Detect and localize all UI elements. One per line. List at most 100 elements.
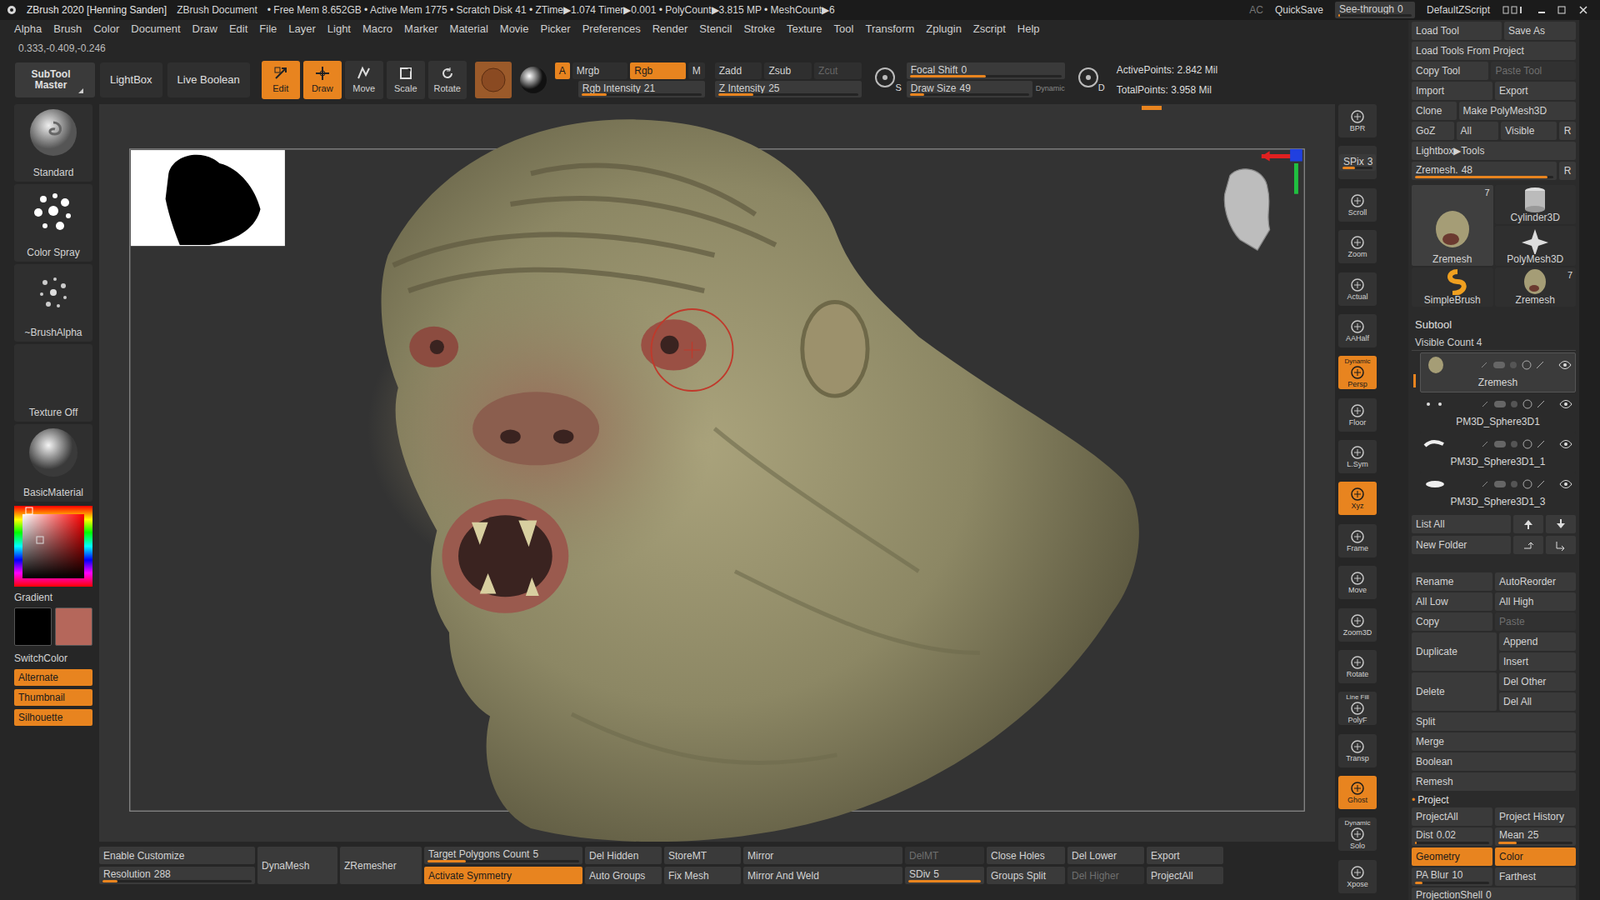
brush-tile[interactable]: Standard: [14, 104, 93, 182]
view-button[interactable]: Transp: [1338, 734, 1377, 768]
subtool-item[interactable]: PM3D_Sphere3D1_3: [1420, 472, 1576, 513]
palette-button[interactable]: LightBox: [100, 62, 163, 98]
menu-item[interactable]: File: [255, 20, 281, 38]
button[interactable]: ZRemesher: [340, 846, 422, 885]
slider[interactable]: SPix3: [1339, 154, 1376, 171]
menu-item[interactable]: Light: [323, 20, 355, 38]
visibility-eye-icon[interactable]: [1559, 439, 1573, 450]
button[interactable]: Project History: [1495, 807, 1576, 826]
button[interactable]: DynaMesh: [257, 846, 338, 885]
brush-tile[interactable]: BasicMaterial: [14, 424, 93, 502]
menu-item[interactable]: Color: [89, 20, 124, 38]
slider[interactable]: Focal Shift0: [906, 62, 1065, 80]
color-mode-button[interactable]: M: [688, 62, 705, 80]
color-swatch[interactable]: [55, 607, 93, 646]
button[interactable]: ProjectAll: [1146, 866, 1224, 885]
menu-item[interactable]: Material: [445, 20, 493, 38]
color-mode-button[interactable]: Rgb: [630, 62, 686, 80]
button[interactable]: Fix Mesh: [664, 866, 741, 885]
button[interactable]: All High: [1495, 592, 1576, 611]
button[interactable]: Append: [1499, 632, 1576, 651]
view-button[interactable]: BPR: [1338, 104, 1377, 138]
view-button[interactable]: Ghost: [1338, 775, 1377, 810]
button[interactable]: Boolean: [1411, 752, 1576, 771]
button[interactable]: Remesh: [1411, 772, 1576, 791]
menu-item[interactable]: Marker: [400, 20, 442, 38]
transform-button[interactable]: Scale: [386, 60, 425, 100]
view-button[interactable]: L.Sym: [1338, 440, 1377, 474]
quicksave-button[interactable]: QuickSave: [1275, 2, 1324, 18]
visibility-eye-icon[interactable]: [1558, 360, 1572, 370]
subtool-item[interactable]: PM3D_Sphere3D1_1: [1420, 432, 1576, 473]
button[interactable]: All: [1456, 121, 1500, 140]
menu-item[interactable]: Picker: [536, 20, 575, 38]
tool-tile[interactable]: Zremesh7: [1495, 267, 1577, 307]
ac-button[interactable]: AC: [1249, 2, 1264, 18]
button[interactable]: Del Other: [1499, 672, 1576, 691]
menu-item[interactable]: Render: [648, 20, 693, 38]
button[interactable]: R: [1559, 161, 1576, 180]
move-down-icon[interactable]: [1545, 515, 1576, 534]
button[interactable]: Color: [1495, 847, 1576, 866]
tool-tile[interactable]: Cylinder3D: [1495, 185, 1577, 225]
depth-mode-button[interactable]: Zadd: [715, 62, 763, 80]
slider[interactable]: Rgb Intensity21: [578, 80, 705, 98]
transform-button[interactable]: Rotate: [428, 60, 467, 100]
button[interactable]: Export: [1495, 81, 1576, 100]
tool-tile[interactable]: Zremesh7: [1411, 185, 1494, 266]
draw-size-key[interactable]: D: [1076, 65, 1105, 95]
into-folder-icon[interactable]: [1513, 535, 1544, 555]
view-button[interactable]: SPix3: [1338, 145, 1377, 180]
menu-item[interactable]: Stencil: [695, 20, 736, 38]
menu-item[interactable]: Macro: [358, 20, 397, 38]
slider[interactable]: Draw Size49: [906, 80, 1033, 98]
subtool-scroll-thumb[interactable]: [1413, 374, 1416, 388]
button[interactable]: GoZ: [1411, 121, 1455, 140]
view-button[interactable]: Rotate: [1338, 650, 1377, 684]
button[interactable]: Activate Symmetry: [424, 866, 583, 885]
menu-item[interactable]: Layer: [284, 20, 320, 38]
slider[interactable]: Z Intensity25: [715, 80, 862, 98]
dynamic-label[interactable]: Dynamic: [1035, 83, 1065, 95]
menu-item[interactable]: Zscript: [969, 20, 1010, 38]
view-button[interactable]: Floor: [1338, 398, 1377, 432]
menu-item[interactable]: Preferences: [578, 20, 645, 38]
slider[interactable]: Zremesh.48: [1411, 161, 1557, 180]
slider[interactable]: Dist0.02: [1411, 827, 1493, 846]
menu-item[interactable]: Zplugin: [921, 20, 966, 38]
view-button[interactable]: DynamicPersp: [1338, 355, 1377, 390]
brush-tile[interactable]: Color Spray: [14, 184, 93, 262]
button[interactable]: Geometry: [1411, 847, 1493, 866]
switch-color-button[interactable]: SwitchColor: [14, 650, 94, 666]
menu-item[interactable]: Draw: [188, 20, 222, 38]
button[interactable]: Mirror: [743, 846, 903, 865]
menu-item[interactable]: Texture: [782, 20, 827, 38]
button[interactable]: Split: [1411, 712, 1576, 731]
view-button[interactable]: Scroll: [1338, 188, 1377, 222]
depth-mode-button[interactable]: Zsub: [764, 62, 812, 80]
color-mode-button[interactable]: A: [555, 62, 570, 80]
tool-tile[interactable]: SimpleBrush: [1411, 267, 1494, 307]
button[interactable]: Export: [1146, 846, 1224, 865]
button[interactable]: All Low: [1411, 592, 1493, 611]
button[interactable]: Auto Groups: [585, 866, 662, 885]
menu-item[interactable]: Document: [126, 20, 185, 38]
button[interactable]: Clone: [1411, 101, 1457, 120]
button[interactable]: AutoReorder: [1495, 572, 1576, 591]
slider[interactable]: Target Polygons Count5: [424, 846, 583, 865]
button[interactable]: Mirror And Weld: [743, 866, 903, 885]
button[interactable]: R: [1559, 121, 1576, 140]
tray-scrollbar[interactable]: [1579, 20, 1600, 900]
brush-tile[interactable]: ~BrushAlpha: [14, 264, 93, 342]
slider[interactable]: Resolution288: [99, 866, 255, 885]
view-button[interactable]: Actual: [1338, 272, 1377, 306]
move-up-icon[interactable]: [1513, 515, 1544, 534]
button[interactable]: Farthest: [1495, 867, 1576, 886]
button[interactable]: StoreMT: [664, 846, 741, 865]
button[interactable]: Make PolyMesh3D: [1459, 101, 1577, 120]
menu-item[interactable]: Edit: [225, 20, 252, 38]
transform-button[interactable]: Draw: [303, 60, 342, 100]
slider[interactable]: See-through0: [1335, 1, 1415, 19]
out-folder-icon[interactable]: [1545, 535, 1576, 555]
subtool-title[interactable]: Subtool: [1411, 316, 1576, 334]
